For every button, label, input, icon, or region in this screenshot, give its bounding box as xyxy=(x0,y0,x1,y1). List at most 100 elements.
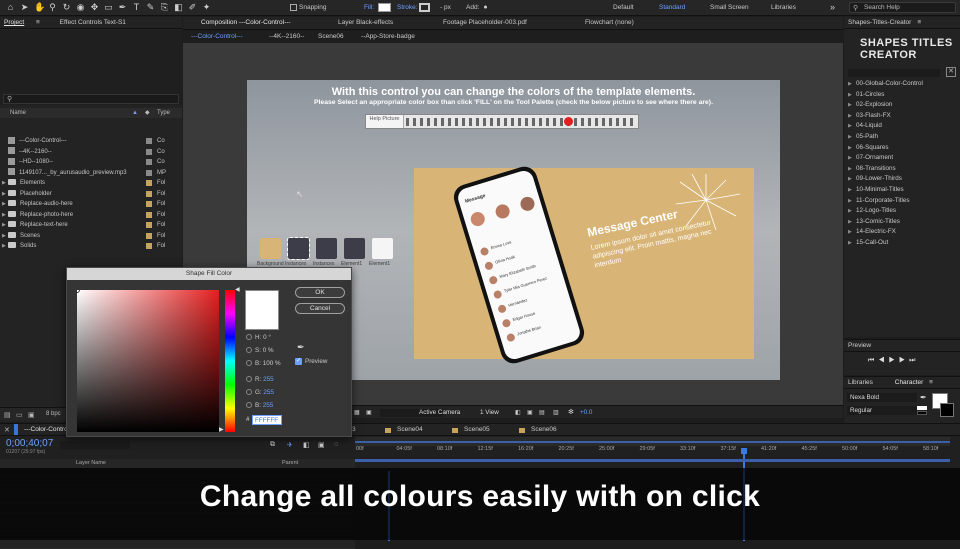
character-menu-icon[interactable]: ≡ xyxy=(929,379,933,386)
saturation-brightness-field[interactable] xyxy=(74,287,219,432)
expand-arrow-icon[interactable]: ▶ xyxy=(848,185,856,196)
expand-arrow-icon[interactable]: ▶ xyxy=(848,79,856,90)
script-preset-item[interactable]: ▶ 15-Call-Out xyxy=(848,238,960,249)
workspace-standard[interactable]: Standard xyxy=(659,4,685,11)
script-preset-item[interactable]: ▶ 09-Lower-Thirds xyxy=(848,174,960,185)
script-preset-item[interactable]: ▶ 10-Minimal-Titles xyxy=(848,185,960,196)
workspace-default[interactable]: Default xyxy=(613,4,634,11)
brightness-value[interactable]: 100 % xyxy=(263,360,281,367)
label-color-swatch[interactable] xyxy=(146,243,152,249)
expand-arrow-icon[interactable]: ▶ xyxy=(848,164,856,175)
script-preset-item[interactable]: ▶ 12-Logo-Titles xyxy=(848,206,960,217)
color-swatch[interactable] xyxy=(372,238,393,259)
timeline-tab-scene04[interactable]: Scene04 xyxy=(397,424,423,436)
brightness-radio[interactable] xyxy=(246,360,252,367)
close-icon[interactable]: ✕ xyxy=(946,67,956,77)
color-swatch[interactable] xyxy=(287,237,310,260)
saturation-value[interactable]: 0 % xyxy=(263,347,274,354)
label-color-swatch[interactable] xyxy=(146,211,152,218)
more-workspaces-icon[interactable]: » xyxy=(828,3,837,12)
breadcrumb-scene06[interactable]: Scene06 xyxy=(318,31,344,43)
project-item[interactable]: ▶ Replace-text-here Fol xyxy=(0,220,180,230)
expand-arrow-icon[interactable]: ▶ xyxy=(848,132,856,143)
parent-column[interactable]: Parent xyxy=(282,459,298,468)
footage-tab[interactable]: Footage Placeholder-003.pdf xyxy=(443,17,527,29)
red-value[interactable]: 255 xyxy=(263,376,274,383)
pen-tool-icon[interactable]: ✒ xyxy=(118,3,127,12)
workspace-small-screen[interactable]: Small Screen xyxy=(710,4,749,11)
label-color-swatch[interactable] xyxy=(146,232,152,239)
expand-arrow-icon[interactable]: ▶ xyxy=(848,196,856,207)
clone-stamp-icon[interactable]: ⎘ xyxy=(160,3,169,12)
label-color-swatch[interactable] xyxy=(146,222,152,228)
brightness-field[interactable]: B: 100 % xyxy=(246,360,281,367)
expand-arrow-icon[interactable]: ▶ xyxy=(848,143,856,154)
script-preset-item[interactable]: ▶ 00-Global-Color-Control xyxy=(848,79,960,90)
expand-arrow-icon[interactable]: ▶ xyxy=(848,238,856,249)
character-tab[interactable]: Character xyxy=(895,379,924,386)
current-timecode[interactable]: 0;00;40;07 xyxy=(6,438,53,449)
red-radio[interactable] xyxy=(246,376,252,383)
new-comp-icon[interactable]: ▣ xyxy=(28,411,35,419)
hue-slider-arrow-icon[interactable]: ◀ xyxy=(235,286,240,293)
exposure-icon[interactable]: ✻ xyxy=(568,408,574,416)
selection-tool-icon[interactable]: ➤ xyxy=(20,3,29,12)
script-preset-item[interactable]: ▶ 06-Squares xyxy=(848,143,960,154)
fill-label[interactable]: Fill: xyxy=(364,4,374,11)
label-color-swatch[interactable] xyxy=(146,190,152,197)
workspace-libraries[interactable]: Libraries xyxy=(771,4,796,11)
timeline-search-field[interactable] xyxy=(60,441,130,449)
stroke-color-swatch[interactable] xyxy=(419,3,430,12)
work-area-bar[interactable] xyxy=(355,437,950,446)
breadcrumb-color-control[interactable]: ---Color-Control--- xyxy=(191,31,243,43)
layer-name-column[interactable]: Layer Name xyxy=(76,459,106,468)
preview-icon[interactable]: ▥ xyxy=(553,409,559,416)
type-column-header[interactable]: Type xyxy=(157,108,170,118)
grid-icon[interactable]: ▦ xyxy=(354,409,360,416)
roto-brush-icon[interactable]: ✐ xyxy=(188,3,197,12)
snapping-checkbox[interactable] xyxy=(290,4,297,11)
eraser-tool-icon[interactable]: ◧ xyxy=(174,3,183,12)
timeline-tab-edge[interactable]: 3 xyxy=(352,424,356,436)
label-color-swatch[interactable] xyxy=(146,138,152,144)
green-field[interactable]: G: 255 xyxy=(246,389,274,396)
time-navigator[interactable] xyxy=(355,459,950,462)
hue-value[interactable]: 0 ° xyxy=(263,334,271,341)
cancel-button[interactable]: Cancel xyxy=(295,303,345,314)
white-swatch-small[interactable] xyxy=(917,406,927,410)
new-folder-icon[interactable]: ▭ xyxy=(16,411,23,419)
expand-arrow-icon[interactable]: ▶ xyxy=(848,227,856,238)
project-item[interactable]: ▶ Replace-audio-here Fol xyxy=(0,199,180,209)
expand-arrow-icon[interactable]: ▶ xyxy=(848,90,856,101)
playback-controls[interactable]: ⏮◀▶▶⏭ xyxy=(868,357,919,365)
fill-color-swatch[interactable] xyxy=(378,3,391,12)
exposure-value[interactable]: +0.0 xyxy=(580,409,592,416)
rotate-tool-icon[interactable]: ↻ xyxy=(62,3,71,12)
frame-blend-icon[interactable]: ▣ xyxy=(318,441,325,449)
expand-arrow-icon[interactable]: ▶ xyxy=(848,217,856,228)
type-tool-icon[interactable]: T xyxy=(132,3,141,12)
graph-editor-icon[interactable]: ◌ xyxy=(334,441,338,448)
font-family-dropdown[interactable]: Nexa Bold xyxy=(847,393,917,402)
color-swatch[interactable] xyxy=(344,238,365,259)
search-help-field[interactable]: ⚲ Search Help xyxy=(849,2,956,13)
timeline-tab-scene05[interactable]: Scene05 xyxy=(464,424,490,436)
script-preset-item[interactable]: ▶ 03-Flash-FX xyxy=(848,111,960,122)
color-swatch[interactable] xyxy=(260,238,281,259)
project-item[interactable]: 1149107..._by_aurusaudio_preview.mp3 MP xyxy=(0,168,180,178)
snapshot-icon[interactable]: ▤ xyxy=(539,409,545,416)
work-area-range[interactable] xyxy=(355,441,950,443)
font-style-dropdown[interactable]: Regular xyxy=(847,406,917,415)
script-preset-item[interactable]: ▶ 08-Transitions xyxy=(848,164,960,175)
project-menu-icon[interactable]: ≡ xyxy=(36,19,40,26)
next-frame-icon[interactable]: ▶ xyxy=(899,357,909,364)
project-tab[interactable]: Project xyxy=(4,19,24,26)
hue-slider-left-arrow-icon[interactable]: ▶ xyxy=(219,426,224,433)
script-preset-item[interactable]: ▶ 11-Corporate-Titles xyxy=(848,196,960,207)
project-item[interactable]: ▶ Solids Fol xyxy=(0,241,180,251)
script-preset-item[interactable]: ▶ 02-Explosion xyxy=(848,100,960,111)
mask-icon[interactable]: ▣ xyxy=(366,409,372,416)
expand-arrow-icon[interactable]: ▶ xyxy=(848,111,856,122)
ok-button[interactable]: OK xyxy=(295,287,345,298)
stroke-width[interactable]: - px xyxy=(440,4,451,11)
